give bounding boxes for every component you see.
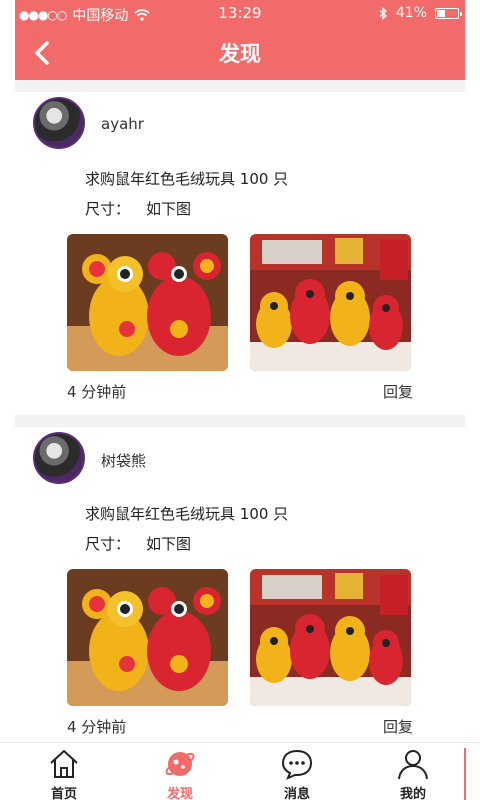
reply-button[interactable]: 回复 — [383, 381, 413, 402]
battery-icon — [435, 7, 462, 19]
tab-label: 发现 — [166, 787, 193, 800]
edge-accent — [464, 748, 466, 800]
user-icon — [398, 750, 428, 780]
status-bar: ●●●○○ 中国移动 13:29 41% — [15, 0, 465, 26]
size-label: 尺寸： — [85, 535, 131, 553]
reply-button[interactable]: 回复 — [383, 716, 413, 737]
size-row: 尺寸： 如下图 — [85, 533, 191, 554]
nav-bar: 发现 — [15, 26, 465, 80]
product-photo[interactable] — [250, 569, 411, 706]
top-bar: ●●●○○ 中国移动 13:29 41% 发现 — [15, 0, 465, 80]
size-value: 如下图 — [146, 200, 192, 218]
tab-me[interactable]: 我的 — [373, 747, 453, 800]
username[interactable]: ayahr — [101, 115, 144, 133]
bottom-tab-bar: 首页 发现 消息 我的 — [0, 742, 480, 800]
tab-messages[interactable]: 消息 — [257, 747, 337, 800]
chat-bubble-icon — [281, 749, 313, 780]
post-card: ayahr 求购鼠年红色毛绒玩具 100 只 尺寸： 如下图 4 分钟前 回复 — [15, 80, 465, 410]
page-title: 发现 — [219, 42, 261, 66]
tab-label: 首页 — [50, 787, 77, 800]
post-text: 求购鼠年红色毛绒玩具 100 只 — [85, 170, 289, 188]
bluetooth-icon — [379, 6, 387, 20]
size-value: 如下图 — [146, 535, 192, 553]
avatar[interactable] — [33, 432, 85, 484]
product-photo[interactable] — [67, 569, 228, 706]
battery-percent: 41% — [395, 5, 427, 21]
product-photo[interactable] — [67, 234, 228, 371]
home-icon — [50, 750, 78, 778]
post-card: 树袋熊 求购鼠年红色毛绒玩具 100 只 尺寸： 如下图 4 分钟前 回复 — [15, 415, 465, 745]
divider — [15, 415, 465, 427]
size-row: 尺寸： 如下图 — [85, 198, 191, 219]
tab-label: 消息 — [283, 787, 310, 800]
planet-icon — [165, 752, 195, 776]
username[interactable]: 树袋熊 — [101, 450, 146, 471]
avatar[interactable] — [33, 97, 85, 149]
divider — [15, 80, 465, 92]
tab-label: 我的 — [399, 787, 426, 800]
post-text: 求购鼠年红色毛绒玩具 100 只 — [85, 505, 289, 523]
tab-discover[interactable]: 发现 — [140, 747, 220, 800]
post-time: 4 分钟前 — [67, 718, 127, 736]
size-label: 尺寸： — [85, 200, 131, 218]
feed-list[interactable]: ayahr 求购鼠年红色毛绒玩具 100 只 尺寸： 如下图 4 分钟前 回复 … — [15, 80, 465, 742]
tab-home[interactable]: 首页 — [24, 747, 104, 800]
post-time: 4 分钟前 — [67, 383, 127, 401]
product-photo[interactable] — [250, 234, 411, 371]
